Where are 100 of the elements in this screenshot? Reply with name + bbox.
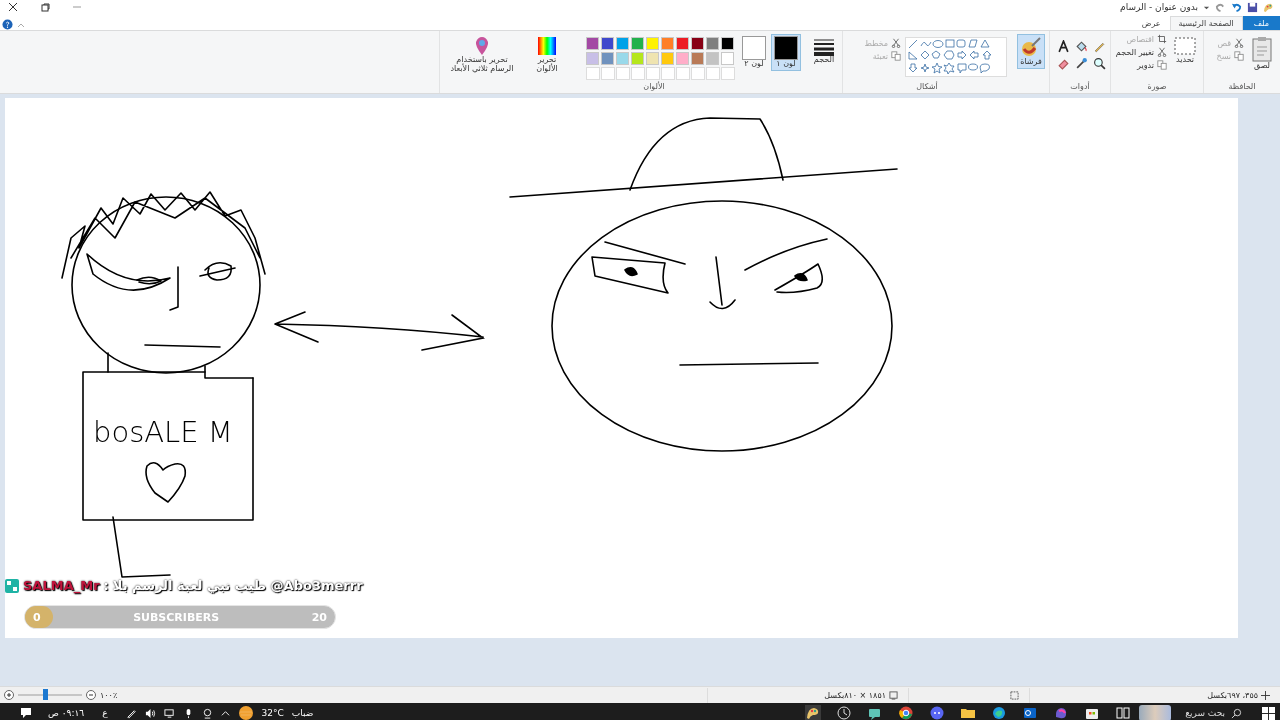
palette-color[interactable] xyxy=(676,37,689,50)
subscriber-count: 0 xyxy=(32,610,42,624)
edit-colors-button[interactable]: تحرير الألوان xyxy=(528,34,566,76)
palette-color[interactable] xyxy=(646,37,659,50)
restore-icon xyxy=(40,2,50,12)
close-button[interactable] xyxy=(6,1,20,13)
save-icon[interactable] xyxy=(1247,1,1258,13)
color-picker-icon[interactable] xyxy=(1075,57,1088,70)
notification-icon[interactable] xyxy=(20,707,32,719)
custom-color-slot[interactable] xyxy=(616,67,630,80)
help-icon[interactable] xyxy=(2,19,13,30)
outlook-icon[interactable] xyxy=(1022,705,1039,720)
file-menu-tab[interactable]: ملف xyxy=(1242,16,1280,30)
shape-gallery[interactable] xyxy=(905,37,1007,77)
camera-icon[interactable] xyxy=(201,707,213,719)
restore-button[interactable] xyxy=(38,1,52,13)
magnifier-icon[interactable] xyxy=(1093,57,1106,70)
ribbon-tab[interactable]: الصفحة الرئيسية xyxy=(1169,16,1243,30)
eraser-icon[interactable] xyxy=(1057,57,1070,70)
custom-color-slot[interactable] xyxy=(706,67,720,80)
custom-color-slot[interactable] xyxy=(661,67,675,80)
discord-icon[interactable] xyxy=(929,705,946,720)
clock-icon[interactable] xyxy=(836,705,853,720)
brushes-button[interactable]: فرشاة xyxy=(1017,34,1045,69)
palette-color[interactable] xyxy=(706,52,719,65)
palette-color[interactable] xyxy=(601,37,614,50)
palette-color[interactable] xyxy=(616,37,629,50)
size-button[interactable]: الحجم xyxy=(810,34,838,67)
paint-icon[interactable] xyxy=(805,705,822,720)
text-tool-icon[interactable] xyxy=(1057,40,1070,53)
clipboard-icon xyxy=(1251,36,1273,62)
show-hidden-icons-icon[interactable] xyxy=(220,708,230,718)
canvas-dimensions: ١٨٥١ × ٨١٠بكسل xyxy=(824,690,886,700)
palette-color[interactable] xyxy=(706,37,719,50)
task-view-icon[interactable] xyxy=(1115,705,1132,720)
volume-icon[interactable] xyxy=(144,707,156,719)
palette-color[interactable] xyxy=(721,37,734,50)
palette-color[interactable] xyxy=(661,52,674,65)
copy-icon xyxy=(1234,51,1244,61)
color-1-button[interactable]: لون ١ xyxy=(771,34,801,71)
pen-icon[interactable] xyxy=(125,707,137,719)
chat-separator: : xyxy=(103,578,109,593)
pencil-icon[interactable] xyxy=(1093,40,1106,53)
paste-button[interactable]: لصق xyxy=(1248,34,1276,73)
fill-bucket-icon[interactable] xyxy=(1075,40,1088,53)
weather-condition: ضباب xyxy=(291,708,314,718)
custom-color-slot[interactable] xyxy=(586,67,600,80)
zoom-slider-thumb[interactable] xyxy=(42,689,48,700)
handwritten-text: bosALE M xyxy=(93,415,233,449)
resize-button[interactable]: تغيير الحجم xyxy=(1115,47,1167,57)
zoom-out-icon[interactable] xyxy=(86,690,96,700)
paint-3d-icon xyxy=(474,36,490,56)
chat-username: SALMA_Mr xyxy=(23,578,100,593)
edge-icon[interactable] xyxy=(991,705,1008,720)
palette-color[interactable] xyxy=(646,52,659,65)
select-button[interactable]: تحديد xyxy=(1171,34,1199,67)
clock-time[interactable]: ٠٩:١٦ ص xyxy=(48,708,85,718)
chat-message: طيب نبي لعبة الرسم بلا @Abo3merrr xyxy=(112,578,363,593)
cursor-position: ٣٥٥، ٦٩٧بكسل xyxy=(1207,690,1258,700)
palette-color[interactable] xyxy=(601,52,614,65)
dashed-rectangle-icon xyxy=(1174,36,1196,56)
paint-3d-button[interactable]: تحرير باستخدام الرسام ثلاثي الأبعاد xyxy=(444,34,520,76)
redo-icon[interactable] xyxy=(1215,1,1226,13)
subscriber-label: SUBSCRIBERS xyxy=(133,610,220,624)
palette-color[interactable] xyxy=(661,37,674,50)
group-label: الحافظة xyxy=(1227,82,1257,93)
palette-color[interactable] xyxy=(631,37,644,50)
custom-color-slot[interactable] xyxy=(721,67,735,80)
close-icon xyxy=(8,2,18,12)
palette-color[interactable] xyxy=(586,52,599,65)
palette-color[interactable] xyxy=(691,37,704,50)
palette-color[interactable] xyxy=(676,52,689,65)
palette-color[interactable] xyxy=(721,52,734,65)
palette-color[interactable] xyxy=(586,37,599,50)
group-label: الألوان xyxy=(642,82,666,93)
custom-color-slot[interactable] xyxy=(676,67,690,80)
network-icon[interactable] xyxy=(163,707,175,719)
canvas-size-icon xyxy=(889,690,898,700)
palette-color[interactable] xyxy=(691,52,704,65)
temperature: 32°C xyxy=(261,708,284,718)
palette-color[interactable] xyxy=(616,52,629,65)
search-icon xyxy=(1231,707,1242,719)
custom-color-slot[interactable] xyxy=(646,67,660,80)
taskbar-search[interactable]: بحث سريع xyxy=(1179,707,1248,719)
search-highlight-image[interactable] xyxy=(1139,705,1172,720)
ribbon-tab[interactable]: عرض xyxy=(1132,16,1170,30)
zoom-level: ١٠٠٪ xyxy=(100,690,118,700)
brush-icon xyxy=(1020,36,1042,58)
custom-color-slot[interactable] xyxy=(691,67,705,80)
chrome-icon[interactable] xyxy=(898,705,915,720)
custom-color-slot[interactable] xyxy=(601,67,615,80)
palette-color[interactable] xyxy=(631,52,644,65)
input-language[interactable]: ع xyxy=(102,708,108,718)
rotate-button[interactable]: تدوير xyxy=(1115,60,1167,70)
sun-weather-icon[interactable] xyxy=(237,705,254,720)
window-title: بدون عنوان - الرسام xyxy=(1120,2,1198,12)
undo-icon[interactable] xyxy=(1231,1,1242,13)
group-label: صورة xyxy=(1146,82,1168,93)
custom-color-slot[interactable] xyxy=(631,67,645,80)
zoom-in-icon[interactable] xyxy=(4,690,14,700)
